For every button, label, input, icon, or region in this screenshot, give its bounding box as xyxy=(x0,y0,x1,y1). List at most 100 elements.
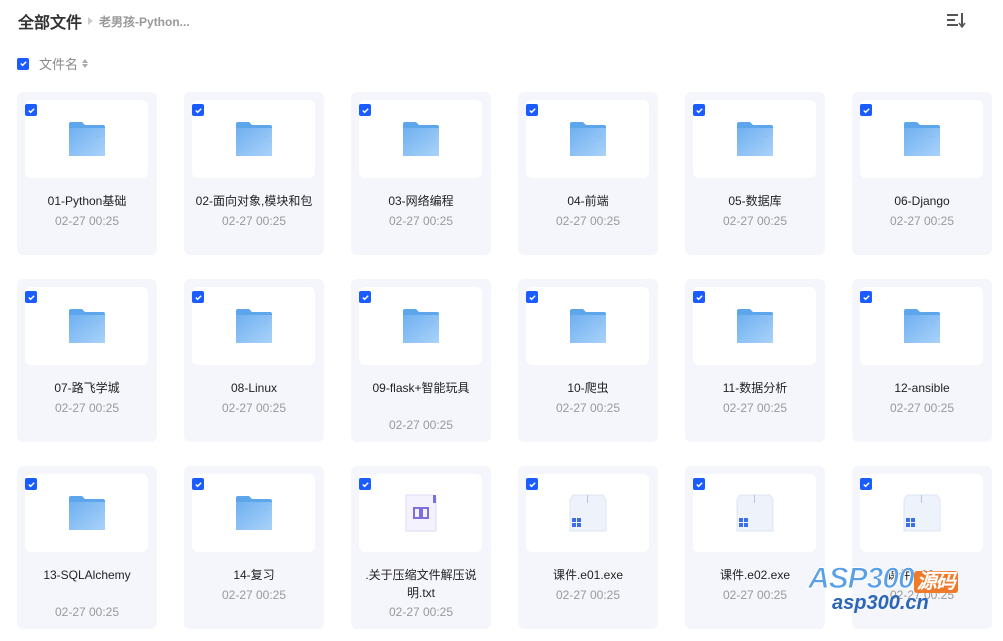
file-name[interactable]: 04-前端 xyxy=(522,192,654,210)
column-name-label[interactable]: 文件名 xyxy=(39,54,78,73)
sort-arrows-icon[interactable] xyxy=(82,59,89,68)
file-card[interactable]: 课件.e02.exe 02-27 00:25 xyxy=(685,466,825,629)
file-name[interactable]: 14-复习 xyxy=(188,566,320,584)
file-checkbox[interactable] xyxy=(526,104,538,116)
file-thumbnail[interactable] xyxy=(693,100,816,178)
file-thumbnail[interactable] xyxy=(192,474,315,552)
file-thumbnail[interactable] xyxy=(25,474,148,552)
exe-file-icon xyxy=(736,494,773,532)
file-card[interactable]: 10-爬虫 02-27 00:25 xyxy=(518,279,658,442)
folder-icon xyxy=(235,309,272,343)
file-card[interactable]: 06-Django 02-27 00:25 xyxy=(852,92,992,255)
file-checkbox[interactable] xyxy=(359,104,371,116)
file-card[interactable]: 09-flask+智能玩具 02-27 00:25 xyxy=(351,279,491,442)
file-checkbox[interactable] xyxy=(693,104,705,116)
file-thumbnail[interactable] xyxy=(25,100,148,178)
file-card[interactable]: 01-Python基础 02-27 00:25 xyxy=(17,92,157,255)
file-checkbox[interactable] xyxy=(860,478,872,490)
file-date: 02-27 00:25 xyxy=(221,214,287,228)
folder-icon xyxy=(569,309,606,343)
file-date: 02-27 00:25 xyxy=(555,214,621,228)
file-date: 02-27 00:25 xyxy=(221,401,287,415)
file-name[interactable]: 08-Linux xyxy=(188,379,320,397)
file-checkbox[interactable] xyxy=(25,478,37,490)
txt-file-icon xyxy=(405,494,436,532)
file-card[interactable]: 07-路飞学城 02-27 00:25 xyxy=(17,279,157,442)
file-checkbox[interactable] xyxy=(860,291,872,303)
file-checkbox[interactable] xyxy=(860,104,872,116)
file-name[interactable]: 12-ansible xyxy=(856,379,988,397)
file-thumbnail[interactable] xyxy=(359,287,482,365)
file-card[interactable]: 04-前端 02-27 00:25 xyxy=(518,92,658,255)
file-thumbnail[interactable] xyxy=(526,474,649,552)
sort-list-icon[interactable] xyxy=(946,12,966,28)
breadcrumb-separator-icon xyxy=(88,17,94,25)
file-thumbnail[interactable] xyxy=(359,100,482,178)
file-card[interactable]: 11-数据分析 02-27 00:25 xyxy=(685,279,825,442)
file-date: 02-27 00:25 xyxy=(889,401,955,415)
select-all-checkbox[interactable] xyxy=(17,57,29,70)
file-card[interactable]: 14-复习 02-27 00:25 xyxy=(184,466,324,629)
file-name[interactable]: 01-Python基础 xyxy=(21,192,153,210)
folder-icon xyxy=(235,496,272,530)
file-checkbox[interactable] xyxy=(25,104,37,116)
file-checkbox[interactable] xyxy=(192,104,204,116)
folder-icon xyxy=(903,122,940,156)
breadcrumb-current: 老男孩-Python... xyxy=(99,14,190,29)
folder-icon xyxy=(235,122,272,156)
file-card[interactable]: 02-面向对象,模块和包 02-27 00:25 xyxy=(184,92,324,255)
file-name[interactable]: 课件.e01.exe xyxy=(522,566,654,584)
file-checkbox[interactable] xyxy=(526,478,538,490)
file-date: 02-27 00:25 xyxy=(555,401,621,415)
file-name[interactable]: 03-网络编程 xyxy=(355,192,487,210)
file-name[interactable]: 课件.e03.exe xyxy=(856,566,988,584)
folder-icon xyxy=(402,122,439,156)
file-thumbnail[interactable] xyxy=(526,287,649,365)
breadcrumb: 全部文件 老男孩-Python... xyxy=(18,9,190,33)
file-checkbox[interactable] xyxy=(359,478,371,490)
file-thumbnail[interactable] xyxy=(526,100,649,178)
file-card[interactable]: 13-SQLAlchemy 02-27 00:25 xyxy=(17,466,157,629)
file-thumbnail[interactable] xyxy=(192,100,315,178)
file-card[interactable]: 08-Linux 02-27 00:25 xyxy=(184,279,324,442)
folder-icon xyxy=(68,309,105,343)
file-checkbox[interactable] xyxy=(359,291,371,303)
file-thumbnail[interactable] xyxy=(693,287,816,365)
file-checkbox[interactable] xyxy=(693,478,705,490)
file-thumbnail[interactable] xyxy=(860,100,983,178)
file-name[interactable]: 课件.e02.exe xyxy=(689,566,821,584)
file-date: 02-27 00:25 xyxy=(722,214,788,228)
file-checkbox[interactable] xyxy=(526,291,538,303)
file-thumbnail[interactable] xyxy=(359,474,482,552)
file-checkbox[interactable] xyxy=(693,291,705,303)
file-name[interactable]: 02-面向对象,模块和包 xyxy=(188,192,320,210)
file-checkbox[interactable] xyxy=(192,478,204,490)
file-thumbnail[interactable] xyxy=(192,287,315,365)
file-card[interactable]: 05-数据库 02-27 00:25 xyxy=(685,92,825,255)
file-thumbnail[interactable] xyxy=(25,287,148,365)
file-name[interactable]: 11-数据分析 xyxy=(689,379,821,397)
file-thumbnail[interactable] xyxy=(860,287,983,365)
file-date: 02-27 00:25 xyxy=(388,214,454,228)
breadcrumb-root[interactable]: 全部文件 xyxy=(18,9,82,33)
file-date: 02-27 00:25 xyxy=(54,605,120,619)
file-thumbnail[interactable] xyxy=(860,474,983,552)
file-checkbox[interactable] xyxy=(25,291,37,303)
exe-file-icon xyxy=(569,494,606,532)
file-name[interactable]: 09-flask+智能玩具 xyxy=(355,379,487,397)
file-checkbox[interactable] xyxy=(192,291,204,303)
file-card[interactable]: 03-网络编程 02-27 00:25 xyxy=(351,92,491,255)
file-card[interactable]: 课件.e03.exe 02-27 00:25 xyxy=(852,466,992,629)
file-card[interactable]: 12-ansible 02-27 00:25 xyxy=(852,279,992,442)
file-name[interactable]: 07-路飞学城 xyxy=(21,379,153,397)
file-name[interactable]: 10-爬虫 xyxy=(522,379,654,397)
file-name[interactable]: 06-Django xyxy=(856,192,988,210)
file-name[interactable]: 13-SQLAlchemy xyxy=(21,566,153,584)
file-card[interactable]: 课件.e01.exe 02-27 00:25 xyxy=(518,466,658,629)
file-name[interactable]: 05-数据库 xyxy=(689,192,821,210)
file-card[interactable]: .关于压缩文件解压说明.txt 02-27 00:25 xyxy=(351,466,491,629)
file-thumbnail[interactable] xyxy=(693,474,816,552)
folder-icon xyxy=(68,122,105,156)
file-name[interactable]: .关于压缩文件解压说明.txt xyxy=(355,566,487,602)
file-date: 02-27 00:25 xyxy=(722,401,788,415)
